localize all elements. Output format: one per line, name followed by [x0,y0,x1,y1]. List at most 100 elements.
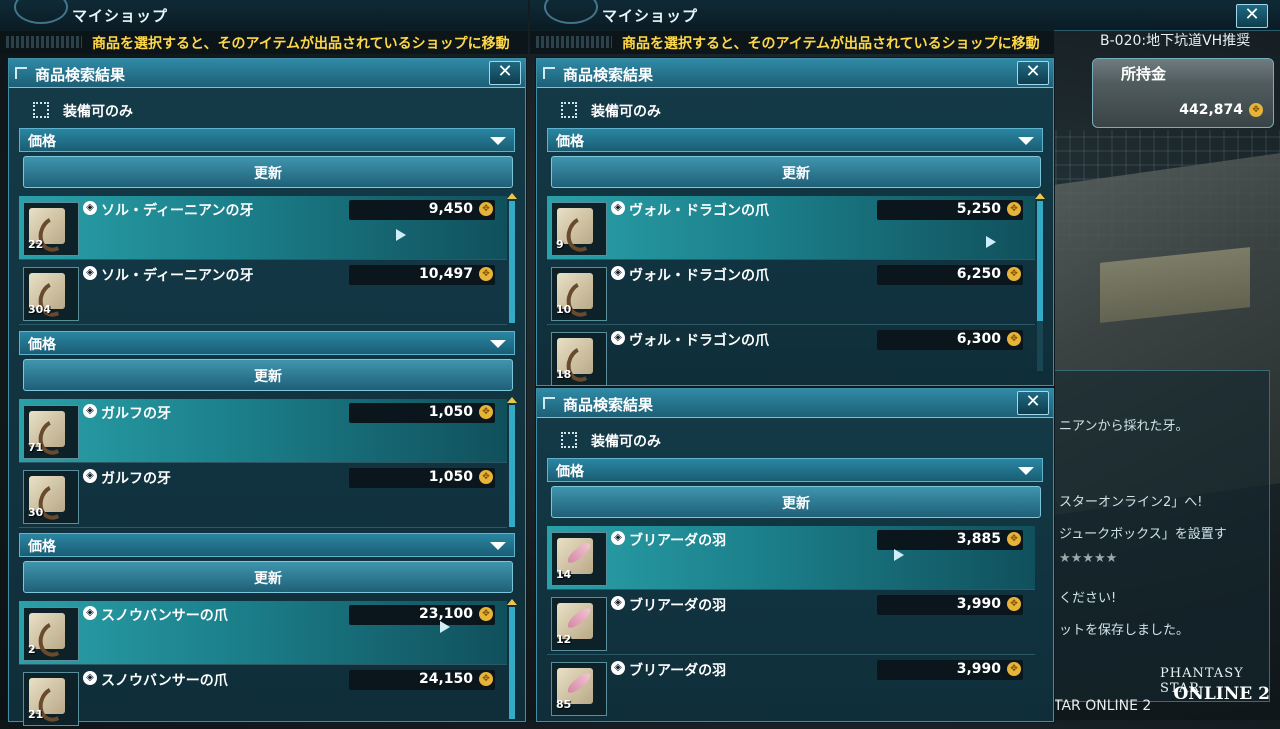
price-box: 23,100 ✥ [349,605,495,625]
left-ticker-text: 商品を選択すると、そのアイテムが出品されているショップに移動 [92,36,510,52]
panel-close-button[interactable]: ✕ [1017,391,1049,415]
item-row[interactable]: 2 ◈ スノウバンサーの爪 23,100 ✥ [19,601,507,665]
sort-dropdown[interactable]: 価格 [19,331,515,355]
panel-close-button[interactable]: ✕ [489,61,521,85]
item-price: 5,250 [956,201,1001,217]
left-ticker: 商品を選択すると、そのアイテムが出品されているショップに移動 [0,30,528,54]
sort-dropdown[interactable]: 価格 [19,533,515,557]
scroll-thumb[interactable] [509,607,515,719]
chevron-down-icon [1018,137,1034,145]
item-icon: 71 [23,405,79,460]
item-row[interactable]: 71 ◈ ガルフの牙 1,050 ✥ [19,399,507,463]
mouse-cursor-icon [986,236,996,248]
meseta-coin-icon: ✥ [1007,597,1021,611]
sort-dropdown[interactable]: 価格 [547,128,1043,152]
mesa-icon: ◈ [611,531,625,545]
item-row[interactable]: 12 ◈ ブリアーダの羽 3,990 ✥ [547,591,1035,655]
update-label: 更新 [782,496,810,512]
claw-icon [33,616,75,662]
item-row[interactable]: 18 ◈ ヴォル・ドラゴンの爪 6,300 ✥ [547,326,1035,389]
meseta-coin-icon: ✥ [1007,332,1021,346]
wallet-panel: 所持金 442,874 ✥ [1092,58,1274,128]
logo-line2: ONLINE 2 [1173,684,1271,704]
mid-window-titlebar: マイショップ ✕ [530,0,1280,31]
mesa-icon: ◈ [83,606,97,620]
mesa-icon: ◈ [83,201,97,215]
item-row[interactable]: 30 ◈ ガルフの牙 1,050 ✥ [19,464,507,528]
sort-dropdown[interactable]: 価格 [547,458,1043,482]
scroll-thumb[interactable] [1037,201,1043,321]
update-button[interactable]: 更新 [551,156,1041,188]
update-button[interactable]: 更新 [23,359,513,391]
window-emblem-icon [544,0,598,24]
item-name: ガルフの牙 [101,471,171,487]
equippable-only-checkbox[interactable]: 装備可のみ [561,431,661,451]
checkbox-label: 装備可のみ [591,104,661,120]
item-name: スノウバンサーの爪 [101,608,228,624]
item-price: 24,150 [418,671,473,687]
sort-label: 価格 [28,337,56,353]
item-name: ソル・ディーニアンの牙 [101,268,254,284]
mesa-icon: ◈ [83,671,97,685]
item-price: 1,050 [428,469,473,485]
item-row[interactable]: 14 ◈ ブリアーダの羽 3,885 ✥ [547,526,1035,590]
meseta-coin-icon: ✥ [479,672,493,686]
price-box: 5,250 ✥ [877,200,1023,220]
item-icon: 85 [551,662,607,716]
price-box: 6,250 ✥ [877,265,1023,285]
update-button[interactable]: 更新 [551,486,1041,518]
search-results-panel-mid-top: 商品検索結果 ✕ 装備可のみ 価格 更新 9 ◈ ヴォル・ドラゴンの爪 5,25… [536,58,1054,389]
chevron-down-icon [490,137,506,145]
item-qty: 12 [556,633,572,646]
mesa-icon: ◈ [611,596,625,610]
mesa-icon: ◈ [611,331,625,345]
info-line: ニアンから採れた牙。 [1059,419,1189,434]
panel-close-button[interactable]: ✕ [1017,61,1049,85]
item-row[interactable]: 22 ◈ ソル・ディーニアンの牙 9,450 ✥ [19,196,507,260]
scrollbar[interactable] [507,193,517,323]
feather-icon [565,540,593,566]
left-window-title: マイショップ [72,7,169,25]
item-row[interactable]: 85 ◈ ブリアーダの羽 3,990 ✥ [547,656,1035,719]
update-label: 更新 [254,571,282,587]
panel-titlebar: 商品検索結果 ✕ [537,389,1053,418]
equippable-only-checkbox[interactable]: 装備可のみ [561,101,661,121]
scrollbar[interactable] [507,599,517,719]
meseta-coin-icon: ✥ [1249,103,1263,117]
item-row[interactable]: 304 ◈ ソル・ディーニアンの牙 10,497 ✥ [19,261,507,325]
meseta-coin-icon: ✥ [479,470,493,484]
item-name: ガルフの牙 [101,406,171,422]
corner-mark-icon [543,397,555,409]
item-name: スノウバンサーの爪 [101,673,228,689]
scrollbar[interactable] [507,397,517,527]
panel-title: 商品検索結果 [563,396,654,414]
scroll-thumb[interactable] [509,405,515,527]
item-qty: 21 [28,708,44,721]
item-info-panel: ニアンから採れた牙。 スターオンライン2」へ! ジュークボックス」を設置す ★★… [1054,370,1270,702]
scroll-thumb[interactable] [509,201,515,323]
panel-title: 商品検索結果 [35,66,126,84]
meseta-coin-icon: ✥ [1007,202,1021,216]
info-line: スターオンライン2」へ! [1059,495,1203,510]
close-icon: ✕ [1244,4,1260,25]
wallet-header: 所持金 [1093,59,1273,85]
bottom-caption: TAR ONLINE 2 [1054,698,1152,714]
checkbox-label: 装備可のみ [63,104,133,120]
item-row[interactable]: 10 ◈ ヴォル・ドラゴンの爪 6,250 ✥ [547,261,1035,325]
sort-dropdown[interactable]: 価格 [19,128,515,152]
update-button[interactable]: 更新 [23,156,513,188]
mid-window-close-button[interactable]: ✕ [1236,4,1268,28]
item-icon: 304 [23,267,79,322]
equippable-only-checkbox[interactable]: 装備可のみ [33,101,133,121]
price-box: 3,990 ✥ [877,595,1023,615]
item-row[interactable]: 9 ◈ ヴォル・ドラゴンの爪 5,250 ✥ [547,196,1035,260]
item-name: ブリアーダの羽 [629,598,727,614]
chevron-down-icon [1018,467,1034,475]
scrollbar[interactable] [1035,193,1045,371]
chevron-down-icon [490,340,506,348]
update-label: 更新 [254,166,282,182]
mouse-cursor-icon [396,229,406,241]
meseta-coin-icon: ✥ [1007,532,1021,546]
update-button[interactable]: 更新 [23,561,513,593]
feather-icon [565,670,593,696]
